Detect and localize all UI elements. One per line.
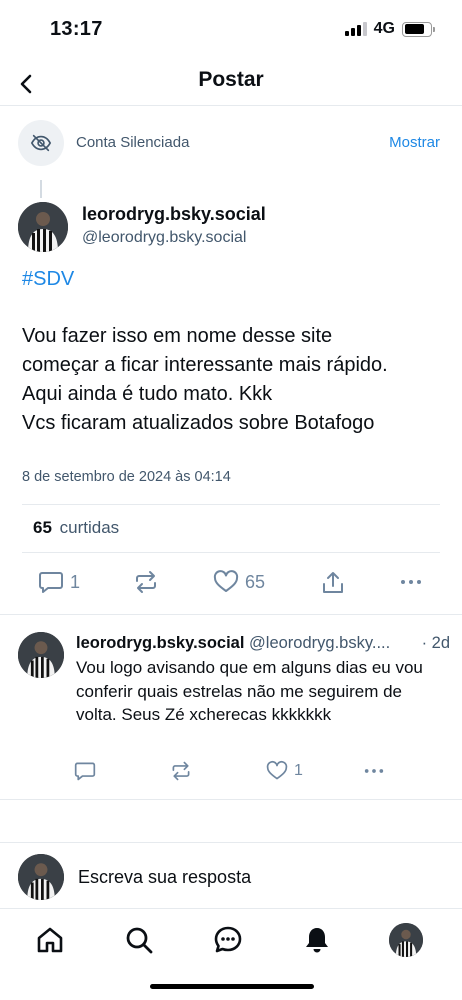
comment-icon: [74, 762, 96, 781]
nav-home[interactable]: [33, 923, 67, 957]
like-count-row[interactable]: 65 curtidas: [33, 518, 119, 538]
post-text: Vou fazer isso em nome desse site começa…: [22, 322, 442, 438]
share-button[interactable]: [320, 570, 346, 596]
repost-icon: [136, 571, 156, 593]
repost-icon: [172, 761, 190, 781]
reply-header: leorodryg.bsky.social @leorodryg.bsky...…: [76, 634, 452, 653]
post-timestamp: 8 de setembro de 2024 às 04:14: [22, 469, 231, 485]
ellipsis-icon: [401, 580, 421, 584]
reply-repost-button[interactable]: [170, 760, 192, 782]
battery-icon: [402, 21, 435, 37]
reply-author-handle[interactable]: @leorodryg.bsky....: [249, 634, 390, 652]
eye-slash-icon: [18, 120, 64, 166]
divider: [0, 614, 462, 615]
status-indicators: 4G: [344, 20, 435, 38]
divider: [0, 842, 462, 843]
nav-profile-avatar[interactable]: [389, 923, 423, 957]
reply-more-options-button[interactable]: [362, 760, 386, 782]
status-bar: 13:17 4G: [0, 0, 462, 62]
reply-count: 1: [70, 571, 81, 592]
repost-button[interactable]: [133, 570, 159, 594]
thread-connector: [40, 180, 42, 198]
post-author-handle[interactable]: @leorodryg.bsky.social: [82, 229, 246, 247]
comment-icon: [39, 572, 63, 593]
reply-reply-button[interactable]: [74, 760, 102, 782]
like-count-label: curtidas: [59, 518, 120, 537]
chat-icon: [214, 926, 242, 953]
reply-time: · 2d: [419, 634, 450, 653]
divider: [0, 799, 462, 800]
post-author-avatar[interactable]: [18, 202, 68, 252]
reply-author-name[interactable]: leorodryg.bsky.social: [76, 634, 244, 652]
bell-icon: [306, 928, 328, 953]
page-title: Postar: [198, 68, 264, 91]
post-hashtag[interactable]: #SDV: [22, 268, 74, 291]
divider: [22, 504, 440, 505]
post-line: Vou fazer isso em nome desse site: [22, 325, 333, 347]
muted-label: Conta Silenciada: [76, 134, 190, 151]
post-author-name[interactable]: leorodryg.bsky.social: [82, 204, 266, 225]
like-count: 65: [33, 518, 52, 537]
post-line: começar a ficar interessante mais rápido…: [22, 354, 388, 376]
like-action-count: 65: [245, 571, 266, 592]
post-line: Vcs ficaram atualizados sobre Botafogo: [22, 412, 375, 434]
reply-button[interactable]: 1: [38, 570, 80, 594]
reply-like-count: 1: [294, 762, 303, 779]
reply-author-avatar[interactable]: [18, 632, 64, 678]
nav-search[interactable]: [122, 923, 156, 957]
heart-icon: [213, 570, 239, 592]
show-button[interactable]: Mostrar: [389, 134, 440, 151]
reply-text: Vou logo avisando que em alguns dias eu …: [76, 658, 423, 724]
compose-reply-input[interactable]: Escreva sua resposta: [78, 867, 251, 888]
nav-notifications[interactable]: [300, 923, 334, 957]
search-icon: [126, 927, 153, 954]
reply-like-button[interactable]: 1: [266, 760, 303, 782]
nav-chat[interactable]: [211, 923, 245, 957]
share-icon: [323, 572, 343, 593]
home-indicator: [150, 984, 314, 989]
like-button[interactable]: 65: [213, 570, 265, 594]
signal-icon: [344, 22, 367, 36]
more-options-button[interactable]: [398, 570, 424, 594]
heart-icon: [266, 760, 288, 780]
compose-avatar: [18, 854, 64, 900]
home-icon: [37, 927, 63, 953]
network-label: 4G: [373, 20, 395, 37]
ellipsis-icon: [364, 769, 384, 773]
divider: [22, 552, 440, 553]
status-time: 13:17: [50, 18, 103, 40]
muted-account-notice: Conta Silenciada Mostrar: [18, 120, 444, 166]
top-header: Postar: [0, 62, 462, 106]
post-line: Aqui ainda é tudo mato. Kkk: [22, 383, 273, 405]
